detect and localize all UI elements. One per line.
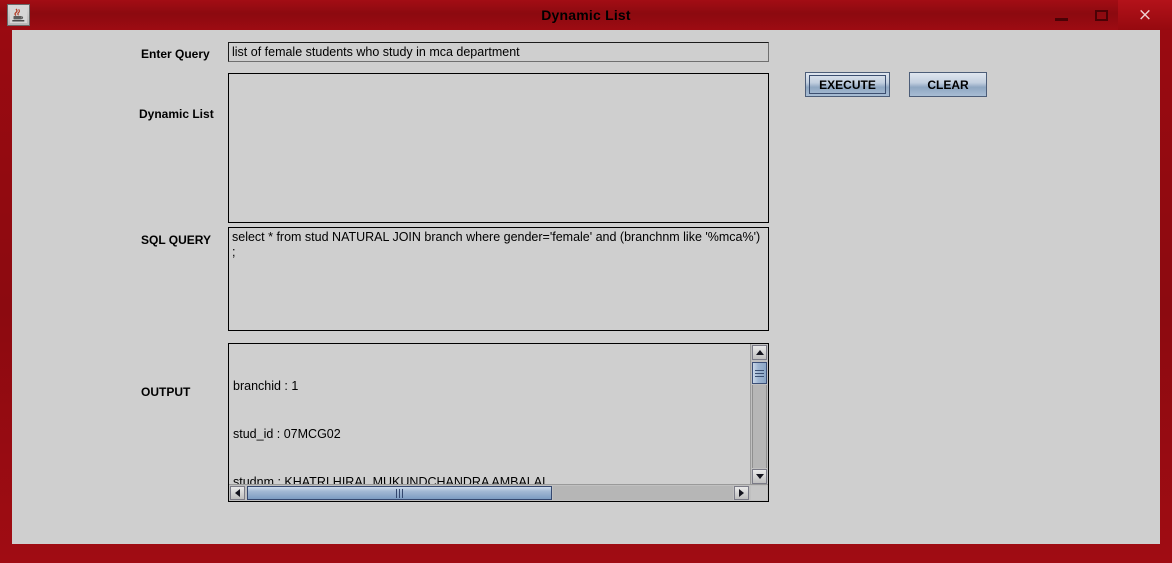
title-bar[interactable]: Dynamic List × xyxy=(0,0,1172,30)
maximize-icon xyxy=(1094,9,1108,21)
output-line: stud_id : 07MCG02 xyxy=(233,427,341,441)
scroll-up-arrow-icon xyxy=(755,350,764,355)
close-icon: × xyxy=(1137,4,1153,25)
scroll-down-arrow-icon xyxy=(755,474,764,479)
enter-query-input[interactable] xyxy=(228,42,769,62)
clear-button[interactable]: CLEAR xyxy=(909,72,987,97)
sql-query-textarea[interactable] xyxy=(228,227,769,331)
application-window: Dynamic List × Enter Query Dynamic List … xyxy=(0,0,1172,563)
scroll-right-button[interactable] xyxy=(734,486,749,500)
close-button[interactable]: × xyxy=(1118,0,1172,30)
scroll-right-arrow-icon xyxy=(739,489,744,497)
output-label: OUTPUT xyxy=(141,385,191,399)
horizontal-scroll-thumb[interactable] xyxy=(247,486,552,500)
scroll-down-button[interactable] xyxy=(752,469,767,484)
output-scroll-pane[interactable]: branchid : 1 stud_id : 07MCG02 studnm : … xyxy=(228,343,769,502)
vertical-scroll-thumb[interactable] xyxy=(752,362,767,384)
vertical-scroll-track[interactable] xyxy=(752,385,767,468)
output-vertical-scrollbar[interactable] xyxy=(750,344,768,485)
execute-button[interactable]: EXECUTE xyxy=(805,72,890,97)
output-line: branchid : 1 xyxy=(233,379,299,393)
maximize-button[interactable] xyxy=(1084,0,1118,30)
output-textarea[interactable]: branchid : 1 stud_id : 07MCG02 studnm : … xyxy=(229,344,750,485)
scroll-up-button[interactable] xyxy=(752,345,767,360)
scroll-left-button[interactable] xyxy=(230,486,245,500)
client-area: Enter Query Dynamic List SQL QUERY OUTPU… xyxy=(12,30,1160,544)
java-coffee-cup-icon xyxy=(7,4,30,26)
minimize-button[interactable] xyxy=(1044,0,1078,30)
horizontal-scroll-track[interactable] xyxy=(553,486,733,500)
output-horizontal-scrollbar[interactable] xyxy=(229,484,768,501)
scroll-left-arrow-icon xyxy=(235,489,240,497)
sql-query-label: SQL QUERY xyxy=(141,233,212,247)
execute-button-label: EXECUTE xyxy=(819,77,876,92)
minimize-icon xyxy=(1054,17,1068,21)
enter-query-label: Enter Query xyxy=(141,47,210,61)
dynamic-list-label: Dynamic List xyxy=(139,107,214,121)
dynamic-list-textarea[interactable] xyxy=(228,73,769,223)
scrollbar-corner xyxy=(751,486,767,500)
window-title: Dynamic List xyxy=(541,7,631,23)
clear-button-label: CLEAR xyxy=(927,77,969,92)
